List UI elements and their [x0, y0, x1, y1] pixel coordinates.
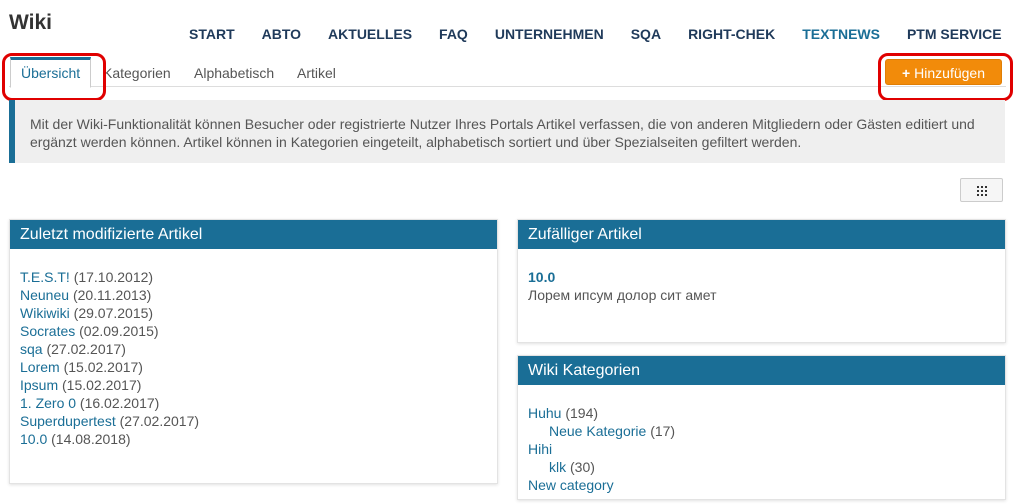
list-item: T.E.S.T! (17.10.2012) [20, 268, 487, 286]
tab-artikel[interactable]: Artikel [287, 57, 346, 86]
article-link[interactable]: Neuneu [20, 287, 69, 303]
info-box: Mit der Wiki-Funktionalität können Besuc… [9, 100, 1005, 163]
article-date: (17.10.2012) [73, 269, 154, 285]
article-date: (16.02.2017) [79, 395, 160, 411]
category-link[interactable]: Hihi [528, 441, 552, 457]
tab-alphabetisch[interactable]: Alphabetisch [184, 57, 284, 86]
category-link[interactable]: New category [528, 477, 614, 493]
article-date: (27.02.2017) [119, 413, 200, 429]
article-link[interactable]: Socrates [20, 323, 75, 339]
list-item: Socrates (02.09.2015) [20, 322, 487, 340]
highlight-button-marker [878, 53, 1013, 101]
recent-articles-title: Zuletzt modifizierte Artikel [10, 220, 497, 249]
category-item: klk (30) [528, 458, 995, 476]
random-article-title: Zufälliger Artikel [518, 220, 1005, 249]
article-date: (29.07.2015) [73, 305, 154, 321]
nav-sqa[interactable]: SQA [631, 26, 661, 42]
article-link[interactable]: Superdupertest [20, 413, 116, 429]
nav-faq[interactable]: FAQ [439, 26, 468, 42]
list-item: Lorem (15.02.2017) [20, 358, 487, 376]
nav-right-chek[interactable]: RIGHT-CHEK [688, 26, 775, 42]
category-list: Huhu (194) Neue Kategorie (17) Hihi klk … [528, 404, 995, 494]
nav-ptm-service[interactable]: PTM SERVICE [907, 26, 1002, 42]
random-article-link[interactable]: 10.0 [528, 268, 995, 286]
article-link[interactable]: Ipsum [20, 377, 58, 393]
list-item: sqa (27.02.2017) [20, 340, 487, 358]
recent-articles-panel: Zuletzt modifizierte Artikel T.E.S.T! (1… [9, 219, 498, 484]
wiki-categories-panel: Wiki Kategorien Huhu (194) Neue Kategori… [517, 355, 1006, 500]
article-link[interactable]: Lorem [20, 359, 60, 375]
nav-abto[interactable]: ABTO [262, 26, 301, 42]
article-link[interactable]: sqa [20, 341, 43, 357]
nav-textnews[interactable]: TEXTNEWS [802, 26, 880, 42]
category-link[interactable]: Neue Kategorie [549, 423, 646, 439]
category-item: Neue Kategorie (17) [528, 422, 995, 440]
list-item: 1. Zero 0 (16.02.2017) [20, 394, 487, 412]
grid-icon [977, 186, 987, 196]
random-article-panel: Zufälliger Artikel 10.0 Лорем ипсум доло… [517, 219, 1006, 343]
list-item: Ipsum (15.02.2017) [20, 376, 487, 394]
category-link[interactable]: klk [549, 459, 566, 475]
nav-aktuelles[interactable]: AKTUELLES [328, 26, 412, 42]
list-item: 10.0 (14.08.2018) [20, 430, 487, 448]
article-link[interactable]: T.E.S.T! [20, 269, 70, 285]
article-link[interactable]: 10.0 [20, 431, 47, 447]
list-item: Wikiwiki (29.07.2015) [20, 304, 487, 322]
page-title: Wiki [9, 11, 52, 34]
list-item: Neuneu (20.11.2013) [20, 286, 487, 304]
article-date: (15.02.2017) [63, 359, 143, 375]
tab-kategorien[interactable]: Kategorien [93, 57, 181, 86]
article-link[interactable]: 1. Zero 0 [20, 395, 76, 411]
category-item: Huhu (194) [528, 404, 995, 422]
category-link[interactable]: Huhu [528, 405, 561, 421]
category-item: Hihi [528, 440, 995, 458]
article-date: (14.08.2018) [51, 431, 131, 447]
wiki-categories-title: Wiki Kategorien [518, 356, 1005, 385]
category-count: (17) [650, 423, 676, 439]
category-count: (194) [565, 405, 599, 421]
article-link[interactable]: Wikiwiki [20, 305, 70, 321]
nav-start[interactable]: START [189, 26, 235, 42]
list-item: Superdupertest (27.02.2017) [20, 412, 487, 430]
article-date: (27.02.2017) [46, 341, 126, 357]
category-item: New category [528, 476, 995, 494]
category-count: (30) [570, 459, 595, 475]
article-date: (15.02.2017) [62, 377, 142, 393]
tab-bar: Übersicht Kategorien Alphabetisch Artike… [9, 57, 1006, 88]
random-article-excerpt: Лорем ипсум долор сит амет [528, 287, 717, 303]
article-date: (20.11.2013) [72, 287, 152, 303]
nav-unternehmen[interactable]: UNTERNEHMEN [495, 26, 604, 42]
recent-articles-list: T.E.S.T! (17.10.2012) Neuneu (20.11.2013… [20, 268, 487, 448]
article-date: (02.09.2015) [79, 323, 159, 339]
view-toggle-button[interactable] [960, 178, 1003, 202]
highlight-tab-marker [2, 53, 106, 101]
top-navigation: START ABTO AKTUELLES FAQ UNTERNEHMEN SQA… [189, 26, 1002, 42]
